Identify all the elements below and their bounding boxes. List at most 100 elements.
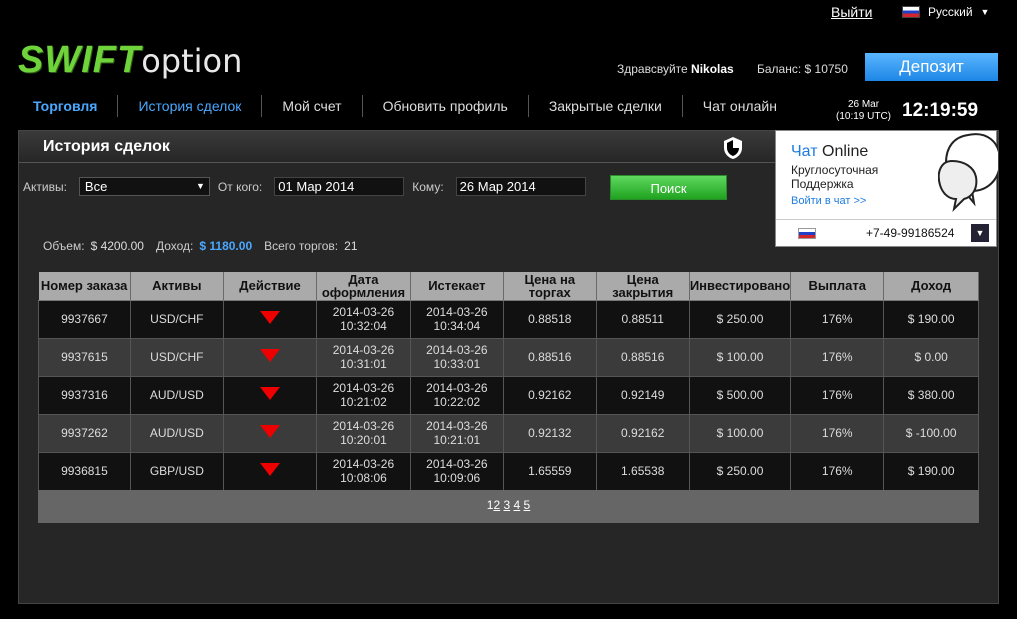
cell-action [222, 337, 318, 377]
nav-trading[interactable]: Торговля [18, 95, 117, 117]
deposit-button[interactable]: Депозит [865, 53, 998, 81]
cell-payout: 176% [790, 299, 885, 339]
speech-bubbles-icon [938, 133, 998, 213]
logo[interactable]: SWIFToption [18, 40, 242, 81]
cell-close-price: 0.92149 [595, 375, 690, 415]
summary: Объем: $ 4200.00 Доход: $ 1180.00 Всего … [43, 239, 364, 253]
cell-payout: 176% [790, 375, 885, 415]
nav-update-profile[interactable]: Обновить профиль [361, 95, 528, 117]
main-nav: Торговля История сделок Мой счет Обновит… [18, 95, 797, 117]
cell-open-price: 0.88518 [502, 299, 597, 339]
col-asset[interactable]: Активы [130, 272, 224, 301]
cell-open-date: 2014-03-26 10:21:02 [316, 375, 411, 415]
nav-my-account[interactable]: Мой счет [261, 95, 361, 117]
cell-action [222, 299, 318, 339]
down-arrow-icon [259, 425, 280, 438]
clock-time: 12:19:59 [902, 100, 979, 121]
open-date: 2014-03-26 [332, 381, 395, 395]
down-arrow-icon [259, 387, 280, 400]
page-title: История сделок [43, 138, 170, 155]
table-row: 9937667 USD/CHF 2014-03-26 10:32:04 2014-03-… [38, 299, 979, 339]
open-time: 10:21:02 [340, 395, 387, 409]
nav-trade-history[interactable]: История сделок [117, 95, 261, 117]
chat-enter-link[interactable]: Войти в чат >> [791, 195, 866, 207]
page-link-5[interactable]: 5 [524, 498, 531, 512]
col-invested[interactable]: Инвестировано [689, 272, 792, 301]
phone-bar: +7-49-99186524 ▼ [776, 219, 996, 246]
cell-action [222, 451, 318, 491]
cell-asset: AUD/USD [129, 413, 224, 453]
col-order-id[interactable]: Номер заказа [38, 272, 131, 301]
cell-close-price: 0.88516 [595, 337, 690, 377]
nav-chat-online[interactable]: Чат онлайн [681, 95, 797, 117]
col-action[interactable]: Действие [223, 272, 318, 301]
assets-select[interactable]: Все ▼ [78, 177, 210, 196]
greeting: Здравсвуйте Nikolas [617, 62, 734, 76]
to-date-input[interactable]: 26 Мар 2014 [455, 177, 586, 196]
balance: Баланс: $ 10750 [757, 62, 848, 76]
chat-title: Чат Online [791, 143, 868, 161]
col-open-price[interactable]: Цена на торгах [503, 272, 597, 301]
open-date: 2014-03-26 [332, 305, 395, 319]
cell-action [222, 413, 318, 453]
open-time: 10:32:04 [340, 319, 387, 333]
greeting-text: Здравсвуйте [617, 62, 688, 76]
shield-icon [724, 137, 742, 159]
language-selector[interactable]: Русский ▼ [902, 5, 989, 19]
cell-order-id: 9937615 [38, 337, 131, 377]
chevron-down-icon[interactable]: ▼ [971, 224, 989, 242]
cell-expiry: 2014-03-26 10:21:01 [409, 413, 504, 453]
expiry-date: 2014-03-26 [426, 419, 488, 433]
cell-profit: $ 380.00 [883, 375, 979, 415]
volume-label: Объем: [43, 239, 85, 253]
cell-close-price: 1.65538 [595, 451, 690, 491]
expiry-time: 10:22:02 [433, 395, 481, 409]
expiry-date: 2014-03-26 [426, 381, 488, 395]
chat-title-word1: Чат [791, 143, 818, 160]
clock-date: 26 Mar [847, 99, 880, 110]
search-button[interactable]: Поиск [610, 175, 727, 200]
to-label: Кому: [412, 179, 444, 194]
chat-subtitle: Круглосуточная Поддержка [791, 163, 879, 191]
cell-open-date: 2014-03-26 10:08:06 [316, 451, 411, 491]
cell-invested: $ 250.00 [688, 451, 792, 491]
logout-link[interactable]: Выйти [831, 4, 872, 20]
trades-table: Номер заказа Активы Действие Дата оформл… [38, 272, 979, 491]
table-header-row: Номер заказа Активы Действие Дата оформл… [38, 272, 979, 301]
cell-profit: $ 0.00 [883, 337, 979, 377]
cell-close-price: 0.88511 [595, 299, 690, 339]
cell-action [222, 375, 318, 415]
russia-flag-icon [798, 228, 816, 239]
expiry-time: 10:09:06 [433, 471, 481, 485]
col-open-date[interactable]: Дата оформления [316, 272, 411, 301]
russia-flag-icon [902, 6, 920, 18]
cell-open-date: 2014-03-26 10:32:04 [316, 299, 411, 339]
clock-utc: (10:19 UTC) [836, 111, 892, 122]
cell-profit: $ 190.00 [883, 299, 979, 339]
table-row: 9937316 AUD/USD 2014-03-26 10:21:02 2014-03-… [38, 375, 979, 415]
table-row: 9937615 USD/CHF 2014-03-26 10:31:01 2014-03-… [38, 337, 979, 377]
col-payout[interactable]: Выплата [790, 272, 885, 301]
trades-label: Всего торгов: [264, 239, 339, 253]
expiry-date: 2014-03-26 [426, 457, 488, 471]
chat-title-word2: Online [817, 143, 869, 160]
from-date-input[interactable]: 01 Мар 2014 [274, 177, 405, 196]
table-row: 9936815 GBP/USD 2014-03-26 10:08:06 2014-03-… [38, 451, 979, 491]
date-display: 26 Mar (10:19 UTC) [836, 99, 891, 123]
open-date: 2014-03-26 [332, 457, 395, 471]
col-close-price[interactable]: Цена закрытия [596, 272, 690, 301]
chevron-down-icon: ▼ [980, 7, 990, 17]
cell-asset: AUD/USD [129, 375, 224, 415]
down-arrow-icon [259, 311, 280, 324]
cell-invested: $ 100.00 [688, 413, 792, 453]
table-row: 9937262 AUD/USD 2014-03-26 10:20:01 2014-03-… [38, 413, 979, 453]
cell-order-id: 9936815 [38, 451, 131, 491]
cell-expiry: 2014-03-26 10:33:01 [409, 337, 504, 377]
trades-value: 21 [344, 239, 358, 253]
col-profit[interactable]: Доход [883, 272, 979, 301]
chat-widget[interactable]: Чат Online Круглосуточная Поддержка Войт… [775, 130, 998, 247]
open-time: 10:31:01 [340, 357, 387, 371]
expiry-date: 2014-03-26 [426, 343, 488, 357]
nav-closed-trades[interactable]: Закрытые сделки [527, 95, 682, 117]
col-expiry[interactable]: Истекает [410, 272, 504, 301]
